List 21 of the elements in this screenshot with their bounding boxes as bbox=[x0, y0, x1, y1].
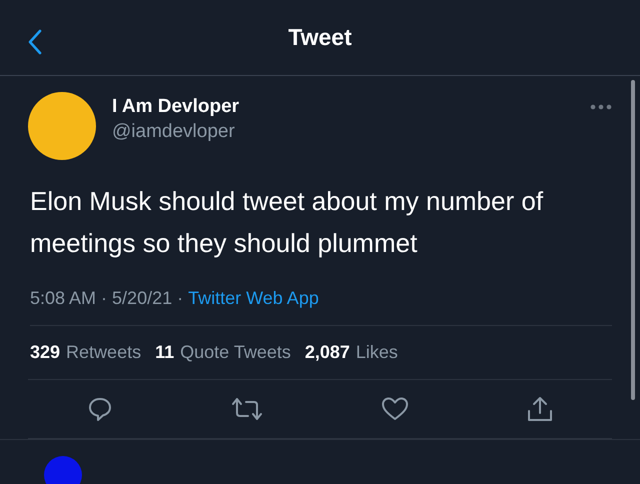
stat-label[interactable]: Retweets bbox=[66, 342, 142, 363]
author-handle[interactable]: @iamdevloper bbox=[112, 120, 240, 142]
source-link[interactable]: Twitter Web App bbox=[188, 288, 319, 309]
stat-label[interactable]: Likes bbox=[356, 342, 398, 363]
page-title: Tweet bbox=[288, 24, 352, 51]
stat-count[interactable]: 329 bbox=[30, 342, 60, 363]
tweet-date: 5/20/21 bbox=[112, 288, 172, 309]
stat-count[interactable]: 2,087 bbox=[304, 342, 350, 363]
back-chevron-icon[interactable] bbox=[27, 29, 43, 55]
more-options-icon[interactable] bbox=[590, 104, 612, 110]
separator-dot: · bbox=[101, 288, 108, 309]
retweet-icon[interactable] bbox=[230, 396, 264, 422]
reply-icon[interactable] bbox=[86, 396, 112, 422]
tweet-text: Elon Musk should tweet about my number of meetings so they should plummet bbox=[30, 185, 544, 260]
stat-label[interactable]: Quote Tweets bbox=[180, 342, 291, 363]
separator-dot: · bbox=[177, 288, 184, 309]
share-icon[interactable] bbox=[526, 395, 554, 423]
tweet-time: 5:08 AM bbox=[30, 288, 96, 309]
author-name[interactable]: I Am Devloper bbox=[112, 96, 240, 118]
stat-count[interactable]: 11 bbox=[155, 342, 174, 363]
heart-icon[interactable] bbox=[380, 396, 408, 422]
